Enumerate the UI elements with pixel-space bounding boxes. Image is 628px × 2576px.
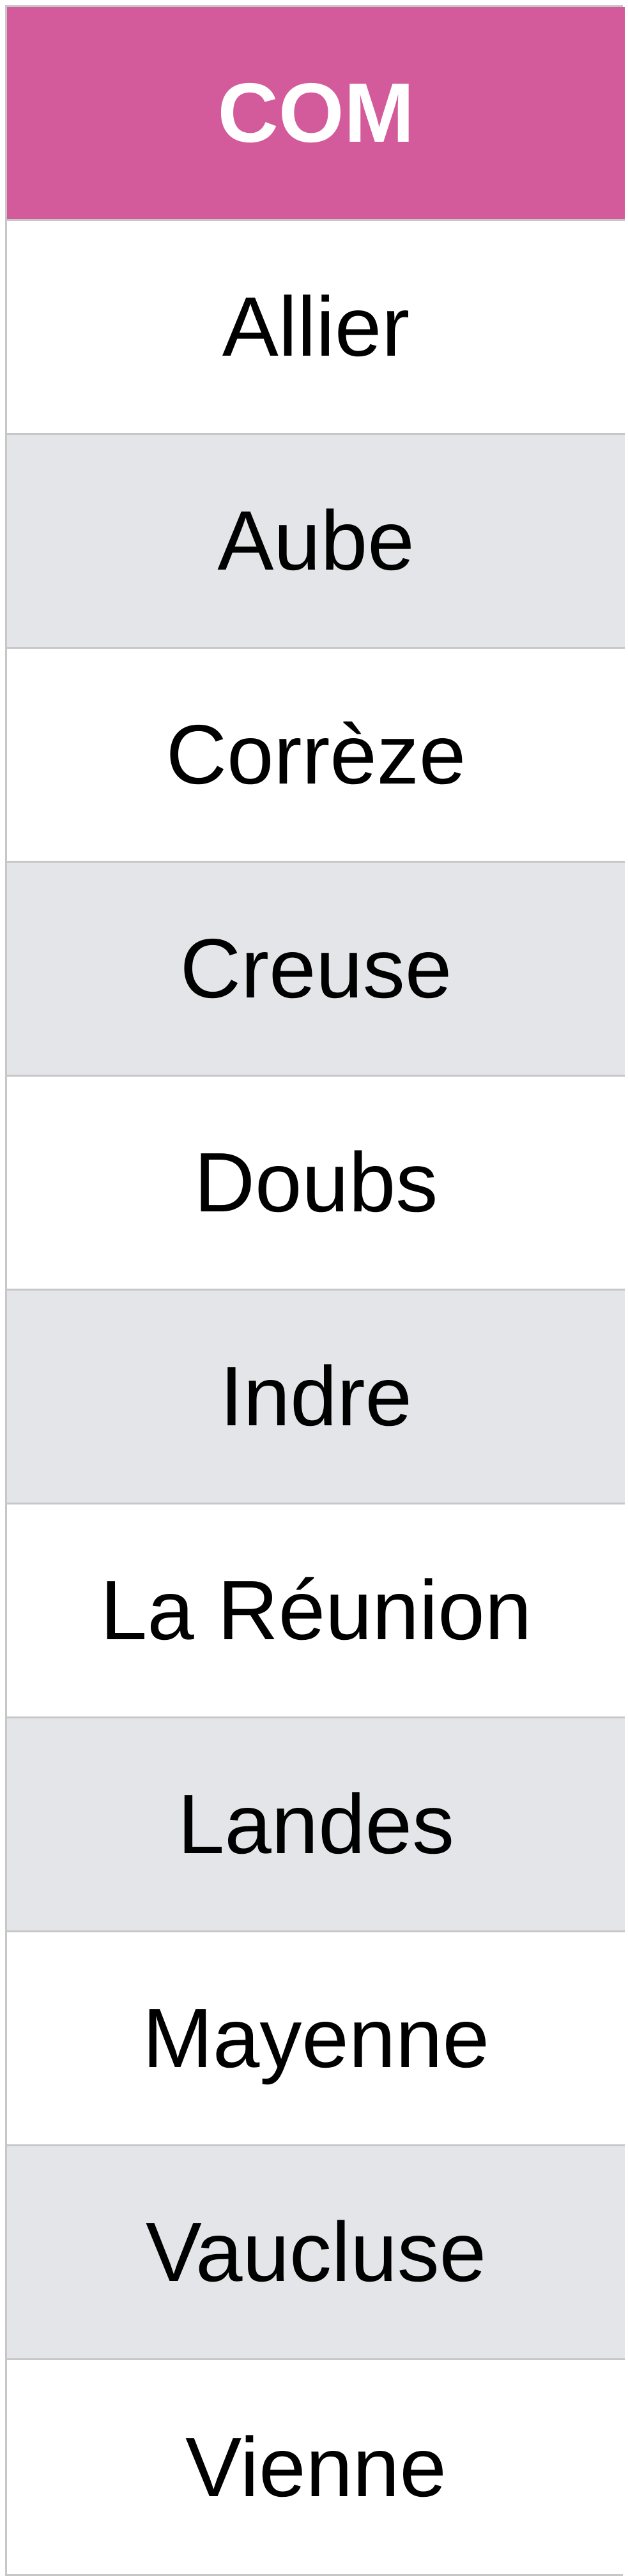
table-row-vaucluse: Vaucluse [7, 2146, 625, 2360]
table-row-la-reunion: La Réunion [7, 1504, 625, 1718]
table-row-mayenne: Mayenne [7, 1932, 625, 2146]
table-row-allier: Allier [7, 221, 625, 435]
table-row-aube: Aube [7, 435, 625, 649]
table-row-vienne: Vienne [7, 2360, 625, 2574]
table-row-creuse: Creuse [7, 863, 625, 1077]
table-row-landes: Landes [7, 1718, 625, 1932]
table-row-indre: Indre [7, 1291, 625, 1504]
department-table: COM Allier Aube Corrèze Creuse Doubs Ind… [5, 5, 625, 2576]
table-header-com: COM [7, 7, 625, 221]
table-row-doubs: Doubs [7, 1077, 625, 1291]
table-row-correze: Corrèze [7, 649, 625, 863]
